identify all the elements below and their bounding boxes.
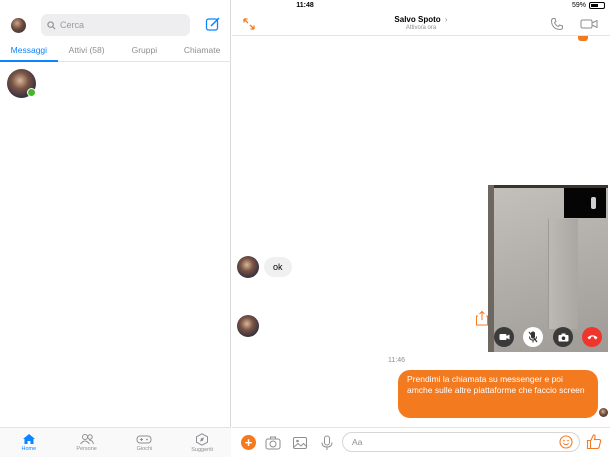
camera-icon[interactable]	[265, 435, 281, 451]
gallery-icon[interactable]	[292, 435, 308, 451]
incoming-message[interactable]: ok	[264, 257, 292, 277]
emoji-icon[interactable]	[559, 435, 573, 449]
flip-camera-icon	[558, 333, 568, 341]
contact-name: Salvo Spoto	[394, 15, 441, 24]
video-camera-icon[interactable]	[580, 18, 598, 30]
online-indicator	[27, 88, 36, 97]
bottom-nav: Home Persone Giochi Suggeriti	[0, 427, 231, 457]
nav-suggeriti-label: Suggeriti	[191, 446, 213, 453]
search-input[interactable]	[60, 20, 180, 30]
message-timestamp: 11:46	[388, 357, 405, 364]
message-composer: +	[232, 427, 610, 457]
search-icon	[47, 20, 56, 29]
nav-giochi-label: Giochi	[136, 446, 153, 452]
tab-attivi[interactable]: Attivi (58)	[58, 41, 116, 61]
left-header	[0, 12, 231, 40]
search-box[interactable]	[41, 14, 190, 36]
video-background-door	[548, 219, 578, 329]
phone-icon[interactable]	[550, 17, 564, 31]
gamepad-icon	[136, 435, 152, 444]
nav-home-label: Home	[21, 446, 37, 452]
thumbs-up-icon[interactable]	[586, 433, 602, 450]
profile-avatar[interactable]	[11, 18, 26, 33]
previous-message-edge	[578, 36, 588, 41]
end-call-button[interactable]	[582, 327, 602, 347]
plus-icon: +	[244, 435, 253, 450]
conversation-tabs: Messaggi Attivi (58) Gruppi Chiamate	[0, 41, 231, 62]
chat-header: Salvo Spoto › Attivo/a ora	[232, 12, 610, 36]
sender-avatar[interactable]	[237, 256, 259, 278]
nav-persone[interactable]: Persone	[58, 428, 116, 457]
nav-suggeriti[interactable]: Suggeriti	[173, 428, 231, 457]
nav-giochi[interactable]: Giochi	[116, 428, 174, 457]
microphone-icon[interactable]	[319, 435, 335, 451]
more-actions-button[interactable]: +	[241, 435, 256, 450]
mute-button[interactable]	[523, 327, 543, 347]
self-view-preview[interactable]	[564, 188, 606, 218]
hang-up-icon	[587, 335, 597, 340]
compose-icon[interactable]	[205, 16, 221, 32]
chevron-right-icon: ›	[444, 15, 448, 24]
seen-indicator-avatar	[599, 408, 608, 417]
tab-messaggi[interactable]: Messaggi	[0, 41, 58, 62]
toggle-video-button[interactable]	[494, 327, 514, 347]
conversation-list-panel: Messaggi Attivi (58) Gruppi Chiamate Hom…	[0, 0, 231, 457]
video-camera-icon	[499, 334, 509, 340]
tab-gruppi[interactable]: Gruppi	[116, 41, 174, 61]
video-wall-edge	[488, 185, 494, 352]
self-view-figure	[591, 197, 596, 209]
nav-home[interactable]: Home	[0, 428, 58, 457]
discover-icon	[196, 432, 209, 446]
message-input[interactable]	[342, 432, 580, 452]
sender-avatar-2[interactable]	[237, 315, 259, 337]
nav-persone-label: Persone	[76, 446, 97, 452]
outgoing-message[interactable]: Prendimi la chiamata su messenger e poi …	[398, 370, 598, 418]
video-call-window[interactable]	[488, 185, 608, 352]
tab-chiamate[interactable]: Chiamate	[173, 41, 231, 61]
switch-camera-button[interactable]	[553, 327, 573, 347]
people-icon	[79, 434, 94, 445]
muted-microphone-icon	[528, 331, 538, 343]
share-icon[interactable]	[475, 310, 489, 326]
home-icon	[22, 434, 35, 444]
